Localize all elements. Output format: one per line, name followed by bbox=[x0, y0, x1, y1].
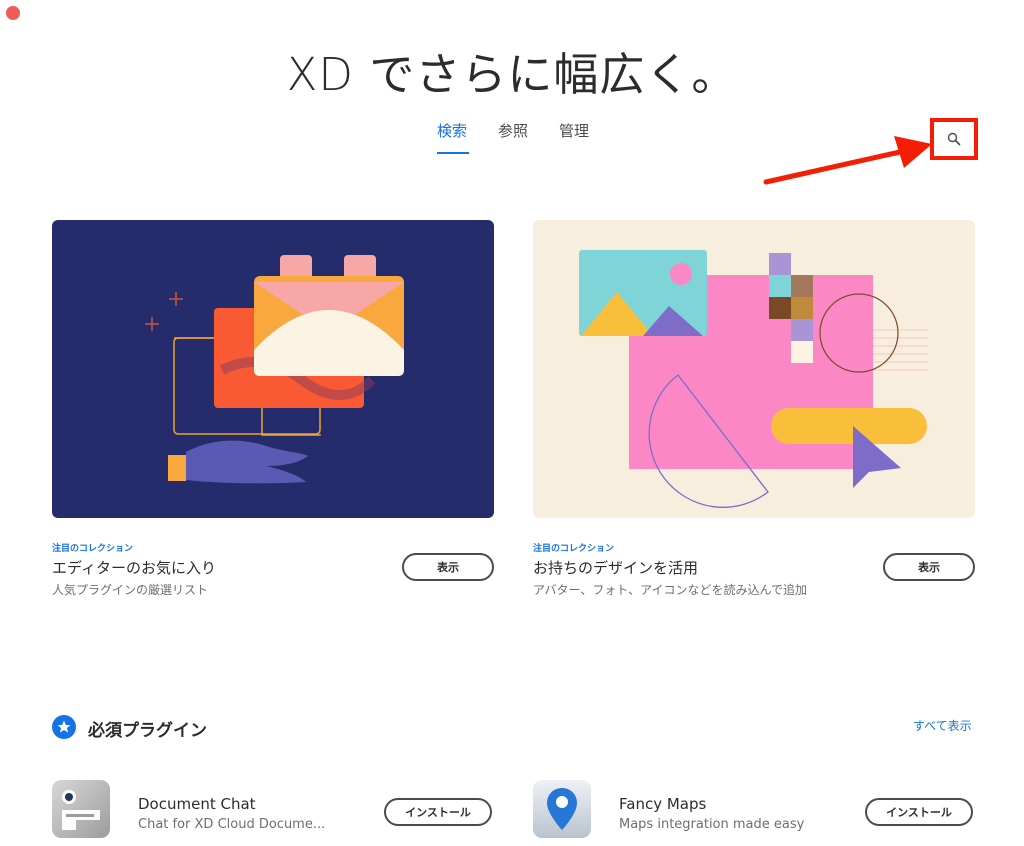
collection-subtitle: アバター、フォト、アイコンなどを読み込んで追加 bbox=[533, 583, 807, 597]
document-chat-icon bbox=[52, 780, 110, 838]
tab-manage[interactable]: 管理 bbox=[559, 120, 589, 141]
page-title: XD でさらに幅広く。 bbox=[286, 48, 738, 101]
collection-card-editors-picks[interactable] bbox=[52, 220, 494, 518]
collection-subtitle: 人気プラグインの厳選リスト bbox=[52, 583, 209, 597]
collection-card-use-your-design[interactable] bbox=[533, 220, 975, 518]
tab-search[interactable]: 検索 bbox=[437, 120, 467, 141]
section-title: 必須プラグイン bbox=[88, 721, 207, 741]
install-button[interactable]: インストール bbox=[384, 798, 492, 826]
collection-title: お持ちのデザインを活用 bbox=[533, 559, 699, 577]
annotation-arrow bbox=[763, 136, 932, 185]
view-collection-button[interactable]: 表示 bbox=[402, 553, 494, 581]
collection-title: エディターのお気に入り bbox=[52, 559, 216, 577]
plugin-description: Maps integration made easy bbox=[619, 817, 805, 832]
use-your-design-illustration bbox=[579, 250, 928, 508]
view-collection-button[interactable]: 表示 bbox=[883, 553, 975, 581]
tab-browse[interactable]: 参照 bbox=[498, 120, 528, 141]
install-button[interactable]: インストール bbox=[865, 798, 973, 826]
plugin-description: Chat for XD Cloud Docume... bbox=[138, 817, 326, 832]
star-badge-icon bbox=[52, 715, 76, 739]
see-all-link[interactable]: すべて表示 bbox=[913, 717, 972, 734]
search-icon bbox=[947, 132, 961, 146]
plugin-name: Document Chat bbox=[138, 795, 256, 813]
map-pin-icon bbox=[533, 780, 591, 838]
editors-picks-illustration bbox=[145, 255, 404, 484]
collection-eyebrow: 注目のコレクション bbox=[52, 544, 134, 554]
plugin-name: Fancy Maps bbox=[619, 795, 707, 813]
window-close-button[interactable] bbox=[6, 6, 20, 20]
collection-eyebrow: 注目のコレクション bbox=[533, 544, 615, 554]
active-tab-indicator bbox=[437, 152, 469, 154]
